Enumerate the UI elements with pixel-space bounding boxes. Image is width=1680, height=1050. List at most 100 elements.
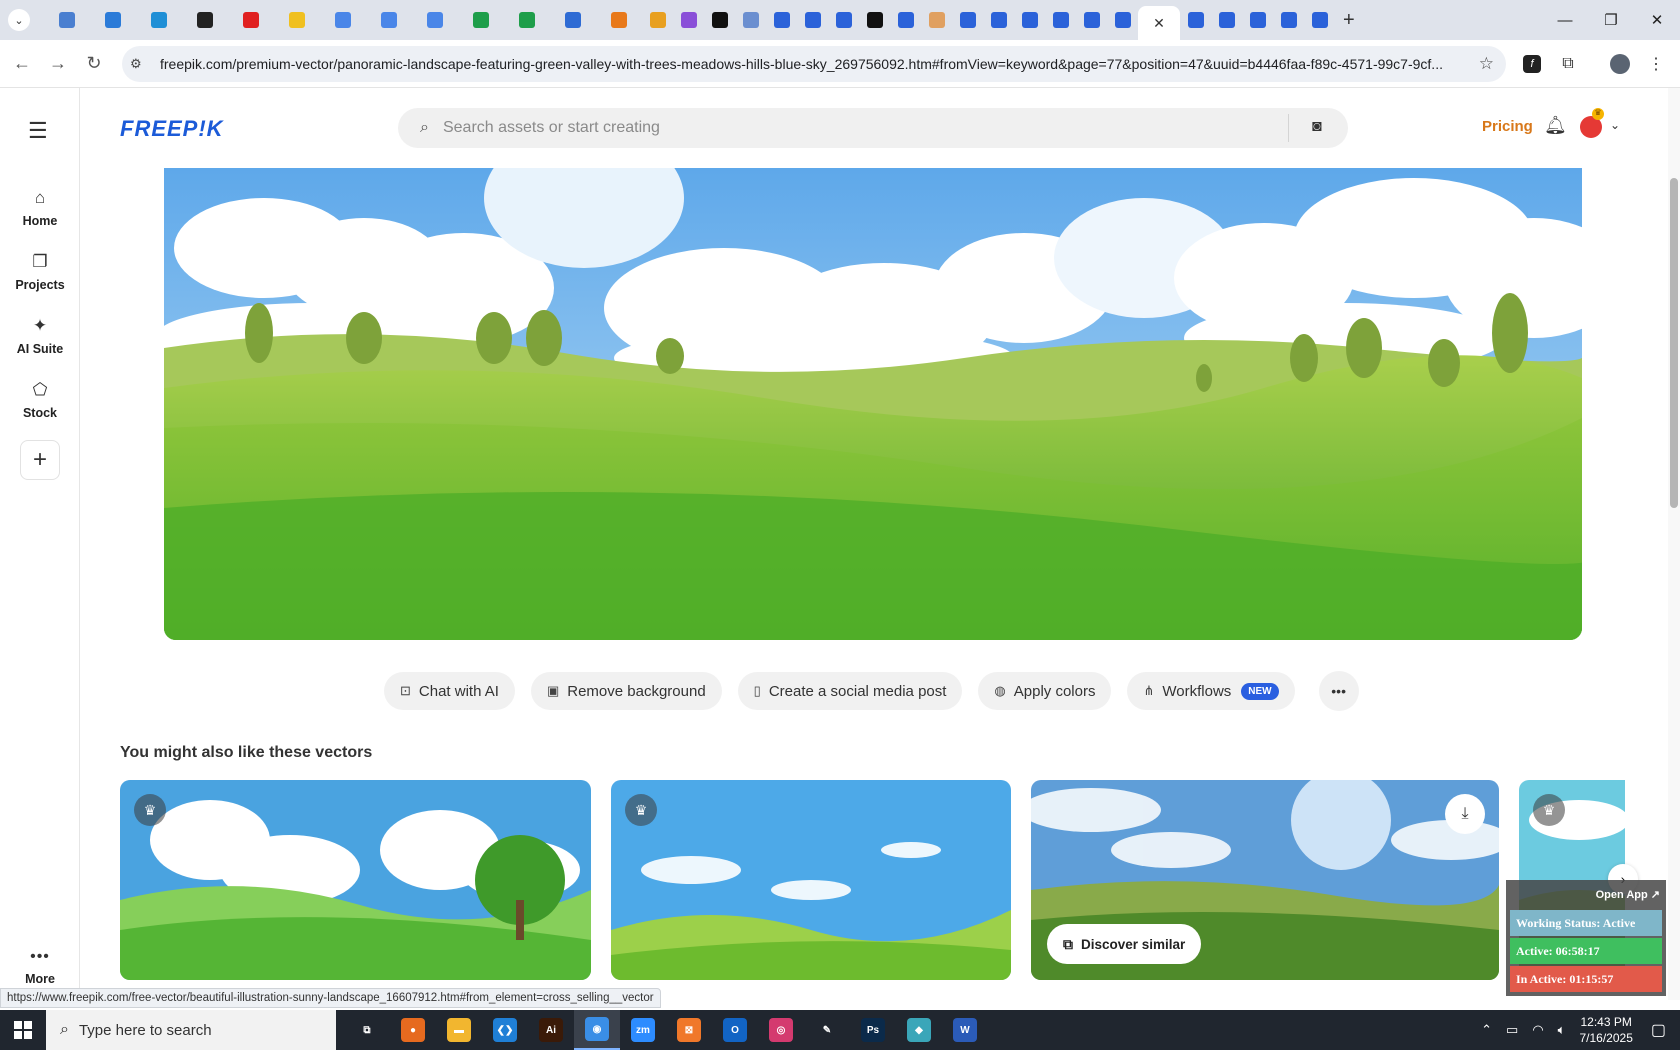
close-window-button[interactable]: ✕ <box>1634 0 1680 40</box>
taskbar-search[interactable]: ⌕ Type here to search <box>46 1010 336 1050</box>
taskbar-app-file-explorer[interactable]: ▬ <box>436 1010 482 1050</box>
tab-search-dropdown[interactable]: ⌄ <box>8 9 30 31</box>
taskbar-clock[interactable]: 12:43 PM 7/16/2025 <box>1579 1014 1632 1046</box>
browser-tab[interactable] <box>504 5 550 35</box>
browser-tab[interactable] <box>1045 5 1076 35</box>
browser-tab[interactable] <box>458 5 504 35</box>
forward-button[interactable]: → <box>40 53 76 74</box>
sidebar-item-projects[interactable]: ❐ Projects <box>0 252 80 292</box>
browser-tab[interactable] <box>182 5 228 35</box>
browser-tab[interactable] <box>228 5 274 35</box>
browser-tab[interactable] <box>274 5 320 35</box>
browser-tab[interactable] <box>1242 5 1273 35</box>
bookmark-star-icon[interactable]: ☆ <box>1479 54 1494 74</box>
browser-tab[interactable] <box>1107 5 1138 35</box>
browser-tab[interactable] <box>673 5 704 35</box>
workflows-button[interactable]: ⋔ Workflows NEW <box>1127 672 1295 710</box>
download-icon[interactable]: ⤓ <box>1445 794 1485 834</box>
chrome-menu-icon[interactable]: ⋮ <box>1640 48 1672 80</box>
chat-with-ai-button[interactable]: ⊡ Chat with AI <box>384 672 515 710</box>
network-icon[interactable]: ▭ <box>1506 1022 1518 1038</box>
hero-landscape-image[interactable] <box>164 168 1582 640</box>
browser-tab[interactable] <box>1076 5 1107 35</box>
taskbar-app-creative-cloud[interactable]: ◎ <box>758 1010 804 1050</box>
browser-tab[interactable] <box>366 5 412 35</box>
minimize-button[interactable]: — <box>1542 0 1588 40</box>
taskbar-app-photoshop[interactable]: Ps <box>850 1010 896 1050</box>
browser-tab[interactable] <box>136 5 182 35</box>
taskbar-app-task-view[interactable]: ⧉ <box>344 1010 390 1050</box>
browser-tab[interactable] <box>1014 5 1045 35</box>
vector-card[interactable]: ♛ <box>120 780 591 980</box>
extension-f-icon[interactable]: f <box>1516 48 1548 80</box>
taskbar-app-illustrator[interactable]: Ai <box>528 1010 574 1050</box>
browser-tab[interactable] <box>596 5 642 35</box>
restore-button[interactable]: ❐ <box>1588 0 1634 40</box>
taskbar-app-word[interactable]: W <box>942 1010 988 1050</box>
sidebar-item-home[interactable]: ⌂ Home <box>0 188 80 228</box>
browser-tab[interactable] <box>921 5 952 35</box>
pricing-link[interactable]: Pricing <box>1482 118 1533 135</box>
taskbar-app-outlook[interactable]: O <box>712 1010 758 1050</box>
chevron-down-icon[interactable]: ⌄ <box>1610 118 1620 132</box>
new-tab-button[interactable]: + <box>1343 9 1355 32</box>
add-button[interactable]: + <box>20 440 60 480</box>
create-a-social-media-post-button[interactable]: ▯ Create a social media post <box>737 672 963 710</box>
notifications-bell-icon[interactable]: 🔔︎ <box>1544 115 1567 136</box>
browser-tab[interactable] <box>735 5 766 35</box>
scrollbar-thumb[interactable] <box>1670 178 1678 508</box>
search-input[interactable] <box>442 119 1243 137</box>
taskbar-app-firefox[interactable]: ● <box>390 1010 436 1050</box>
taskbar-app-pen-tool[interactable]: ✎ <box>804 1010 850 1050</box>
volume-icon[interactable]: 🔈︎ <box>1558 1022 1566 1038</box>
taskbar-app-app-gem[interactable]: ◆ <box>896 1010 942 1050</box>
taskbar-app-zoom[interactable]: zm <box>620 1010 666 1050</box>
windows-start-button[interactable] <box>0 1010 46 1050</box>
browser-tab[interactable] <box>952 5 983 35</box>
browser-tab[interactable] <box>890 5 921 35</box>
active-tab[interactable]: ✕ <box>1138 6 1180 40</box>
notifications-icon[interactable]: ▢ <box>1651 1020 1666 1040</box>
browser-tab[interactable] <box>642 5 673 35</box>
apply-colors-button[interactable]: ◍ Apply colors <box>978 672 1112 710</box>
browser-tab[interactable] <box>44 5 90 35</box>
taskbar-app-xampp[interactable]: ⊠ <box>666 1010 712 1050</box>
camera-search-icon[interactable]: ◙ <box>1312 118 1322 136</box>
extensions-puzzle-icon[interactable]: ⧉ <box>1552 48 1584 80</box>
browser-tab[interactable] <box>983 5 1014 35</box>
browser-tab[interactable] <box>828 5 859 35</box>
browser-tab[interactable] <box>90 5 136 35</box>
browser-tab[interactable] <box>859 5 890 35</box>
browser-tab[interactable] <box>766 5 797 35</box>
page-scrollbar[interactable] <box>1668 88 1680 1000</box>
profile-avatar-icon[interactable] <box>1604 48 1636 80</box>
hamburger-menu-icon[interactable]: ☰ <box>28 118 48 144</box>
freepik-logo[interactable]: FREEP!K <box>120 116 224 142</box>
sidebar-more[interactable]: ••• More <box>0 948 80 986</box>
sidebar-item-stock[interactable]: ⬠ Stock <box>0 380 80 420</box>
vector-card[interactable]: ⤓ ⧉ Discover similar <box>1031 780 1499 980</box>
browser-tab[interactable] <box>550 5 596 35</box>
browser-tab[interactable] <box>1211 5 1242 35</box>
browser-tab[interactable] <box>797 5 828 35</box>
remove-background-button[interactable]: ▣ Remove background <box>530 672 722 710</box>
vector-card[interactable]: ♛ <box>611 780 1011 980</box>
browser-tab[interactable] <box>704 5 735 35</box>
browser-tab[interactable] <box>1180 5 1211 35</box>
browser-tab[interactable] <box>1273 5 1304 35</box>
reload-button[interactable]: ↻ <box>76 53 112 74</box>
browser-tab[interactable] <box>412 5 458 35</box>
open-app-link[interactable]: Open App ↗ <box>1596 888 1660 901</box>
tray-chevron-up-icon[interactable]: ⌃ <box>1481 1022 1492 1038</box>
wifi-icon[interactable]: ◠ <box>1532 1022 1543 1038</box>
discover-similar-button[interactable]: ⧉ Discover similar <box>1047 924 1202 964</box>
taskbar-app-chrome[interactable]: ◉ <box>574 1010 620 1050</box>
sidebar-item-ai-suite[interactable]: ✦ AI Suite <box>0 316 80 356</box>
site-info-icon[interactable]: ⚙ <box>130 56 150 72</box>
url-text[interactable]: freepik.com/premium-vector/panoramic-lan… <box>160 56 1470 72</box>
taskbar-app-vscode[interactable]: ❮❯ <box>482 1010 528 1050</box>
back-button[interactable]: ← <box>4 53 40 74</box>
browser-tab[interactable] <box>320 5 366 35</box>
more-actions-icon[interactable]: ••• <box>1318 671 1359 711</box>
omnibox[interactable]: ⚙ freepik.com/premium-vector/panoramic-l… <box>122 46 1506 82</box>
